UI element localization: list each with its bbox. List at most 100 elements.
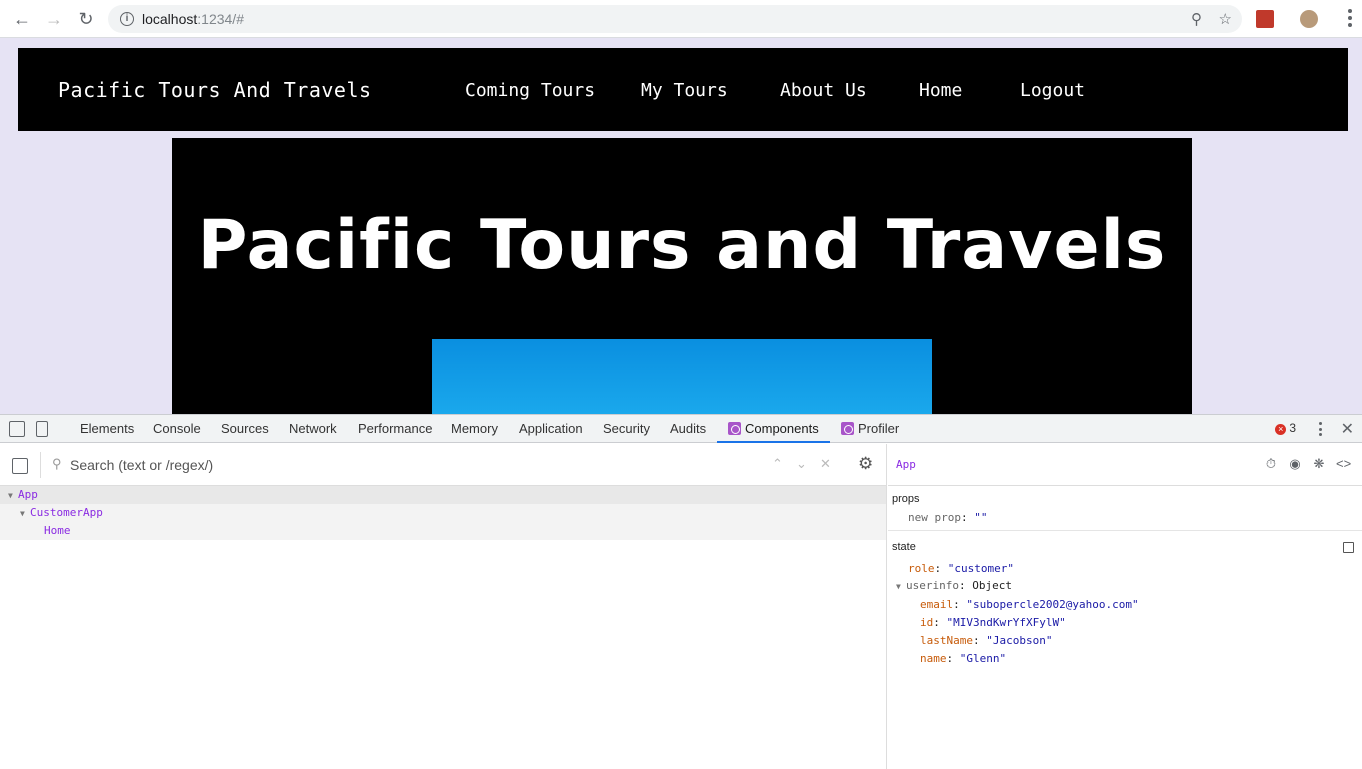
tab-elements[interactable]: Elements: [80, 415, 134, 443]
props-label: props: [892, 493, 920, 505]
eye-icon[interactable]: ◉: [1288, 457, 1302, 471]
caret-down-icon[interactable]: ▼: [20, 505, 30, 523]
chevron-up-icon[interactable]: ⌃: [772, 456, 783, 472]
hero-image: [432, 339, 932, 414]
copy-icon[interactable]: [1343, 542, 1354, 553]
bug-icon[interactable]: ❋: [1312, 457, 1326, 471]
state-value: "customer": [947, 562, 1014, 575]
state-row-id[interactable]: id: "MIV3ndKwrYfXFylW": [920, 616, 1066, 629]
address-bar[interactable]: i localhost:1234/# ⚲ ☆: [108, 5, 1242, 33]
close-icon[interactable]: ✕: [1341, 419, 1354, 439]
colon: :: [934, 562, 948, 575]
colon: :: [960, 511, 975, 524]
component-inspector-pane: App ⏱ ◉ ❋ <> props new prop: "" state ro…: [888, 444, 1362, 769]
state-type: Object: [972, 579, 1012, 592]
stopwatch-icon[interactable]: ⏱: [1264, 457, 1278, 471]
colon: :: [972, 634, 987, 647]
error-icon: ×: [1275, 424, 1287, 435]
state-row-role[interactable]: role: "customer": [908, 562, 1014, 575]
devtools-panel: Elements Console Sources Network Perform…: [0, 414, 1362, 769]
devtools-tab-bar: Elements Console Sources Network Perform…: [0, 415, 1362, 443]
caret-down-icon[interactable]: ▼: [896, 582, 906, 591]
state-key: userinfo: [906, 579, 959, 592]
tab-console[interactable]: Console: [153, 415, 201, 443]
tab-application[interactable]: Application: [519, 415, 583, 443]
colon: :: [946, 652, 960, 665]
tab-profiler-label: Profiler: [858, 421, 900, 436]
colon: :: [953, 598, 967, 611]
divider: [40, 452, 41, 478]
nav-my-tours[interactable]: My Tours: [641, 80, 728, 101]
state-key: lastName: [920, 634, 973, 647]
clear-search-icon[interactable]: ✕: [820, 456, 831, 472]
divider: [888, 530, 1362, 531]
web-page: Pacific Tours And Travels Coming Tours M…: [0, 38, 1362, 414]
colon: :: [933, 616, 947, 629]
error-count: 3: [1289, 421, 1296, 435]
tree-label: App: [18, 488, 38, 501]
state-row-name[interactable]: name: "Glenn": [920, 652, 1006, 665]
site-brand[interactable]: Pacific Tours And Travels: [58, 78, 372, 102]
tab-components[interactable]: Components: [717, 415, 830, 443]
nav-about-us[interactable]: About Us: [780, 80, 867, 101]
component-tree: ▼ App ▼ CustomerApp Home: [0, 486, 886, 540]
device-toolbar-icon[interactable]: [36, 421, 48, 437]
state-key: id: [920, 616, 934, 629]
prop-row[interactable]: new prop: "": [908, 511, 987, 524]
state-row-lastname[interactable]: lastName: "Jacobson": [920, 634, 1052, 647]
tree-item-home[interactable]: Home: [0, 522, 886, 540]
tree-item-customerapp[interactable]: ▼ CustomerApp: [0, 504, 886, 522]
state-label: state: [892, 541, 916, 553]
component-search-bar: ⚲ ⌃ ⌄ ✕ ⚙: [0, 444, 886, 486]
tab-sources[interactable]: Sources: [221, 415, 269, 443]
tree-label: CustomerApp: [30, 506, 103, 519]
browser-menu-icon[interactable]: [1348, 9, 1352, 27]
nav-logout[interactable]: Logout: [1020, 80, 1085, 101]
select-component-icon[interactable]: [12, 458, 28, 474]
site-navbar: Pacific Tours And Travels Coming Tours M…: [18, 48, 1348, 131]
selected-component-name: App: [896, 458, 916, 471]
nav-coming-tours[interactable]: Coming Tours: [465, 80, 595, 101]
tab-profiler[interactable]: Profiler: [841, 415, 899, 443]
devtools-menu-icon[interactable]: [1319, 422, 1322, 436]
url-text[interactable]: localhost:1234/#: [142, 11, 244, 27]
nav-home[interactable]: Home: [919, 80, 962, 101]
inspector-header: App ⏱ ◉ ❋ <>: [888, 444, 1362, 486]
tab-memory[interactable]: Memory: [451, 415, 498, 443]
forward-arrow-icon[interactable]: →: [42, 7, 66, 31]
profile-avatar[interactable]: [1300, 10, 1318, 28]
react-icon: [841, 422, 854, 435]
react-icon: [728, 422, 741, 435]
caret-down-icon[interactable]: ▼: [8, 487, 18, 505]
hero-title: Pacific Tours and Travels: [197, 206, 1167, 285]
tab-performance[interactable]: Performance: [358, 415, 432, 443]
back-arrow-icon[interactable]: ←: [10, 7, 34, 31]
state-row-email[interactable]: email: "subopercle2002@yahoo.com": [920, 598, 1139, 611]
tree-item-app[interactable]: ▼ App: [0, 486, 886, 504]
search-input[interactable]: [70, 454, 750, 476]
tab-security[interactable]: Security: [603, 415, 650, 443]
prop-value: "": [974, 511, 988, 524]
key-icon[interactable]: ⚲: [1191, 10, 1202, 28]
state-row-userinfo[interactable]: ▼ userinfo: Object: [896, 579, 1012, 592]
state-key: name: [920, 652, 947, 665]
state-key: email: [920, 598, 954, 611]
reload-icon[interactable]: ↻: [74, 7, 98, 31]
tab-network[interactable]: Network: [289, 415, 337, 443]
gear-icon[interactable]: ⚙: [858, 454, 873, 474]
state-value: "subopercle2002@yahoo.com": [966, 598, 1139, 611]
code-icon[interactable]: <>: [1336, 457, 1351, 471]
hero-banner: Pacific Tours and Travels: [172, 138, 1192, 414]
tab-audits[interactable]: Audits: [670, 415, 706, 443]
state-key: role: [908, 562, 935, 575]
error-count-badge[interactable]: × 3: [1275, 421, 1296, 435]
info-icon[interactable]: i: [120, 12, 134, 26]
inspect-element-icon[interactable]: [9, 421, 25, 437]
colon: :: [958, 579, 973, 592]
extension-icon[interactable]: [1256, 10, 1274, 28]
state-value: "Glenn": [959, 652, 1007, 665]
chevron-down-icon[interactable]: ⌄: [796, 456, 807, 472]
prop-key: new prop: [908, 511, 961, 524]
tab-components-label: Components: [745, 421, 819, 436]
star-icon[interactable]: ☆: [1219, 10, 1232, 28]
